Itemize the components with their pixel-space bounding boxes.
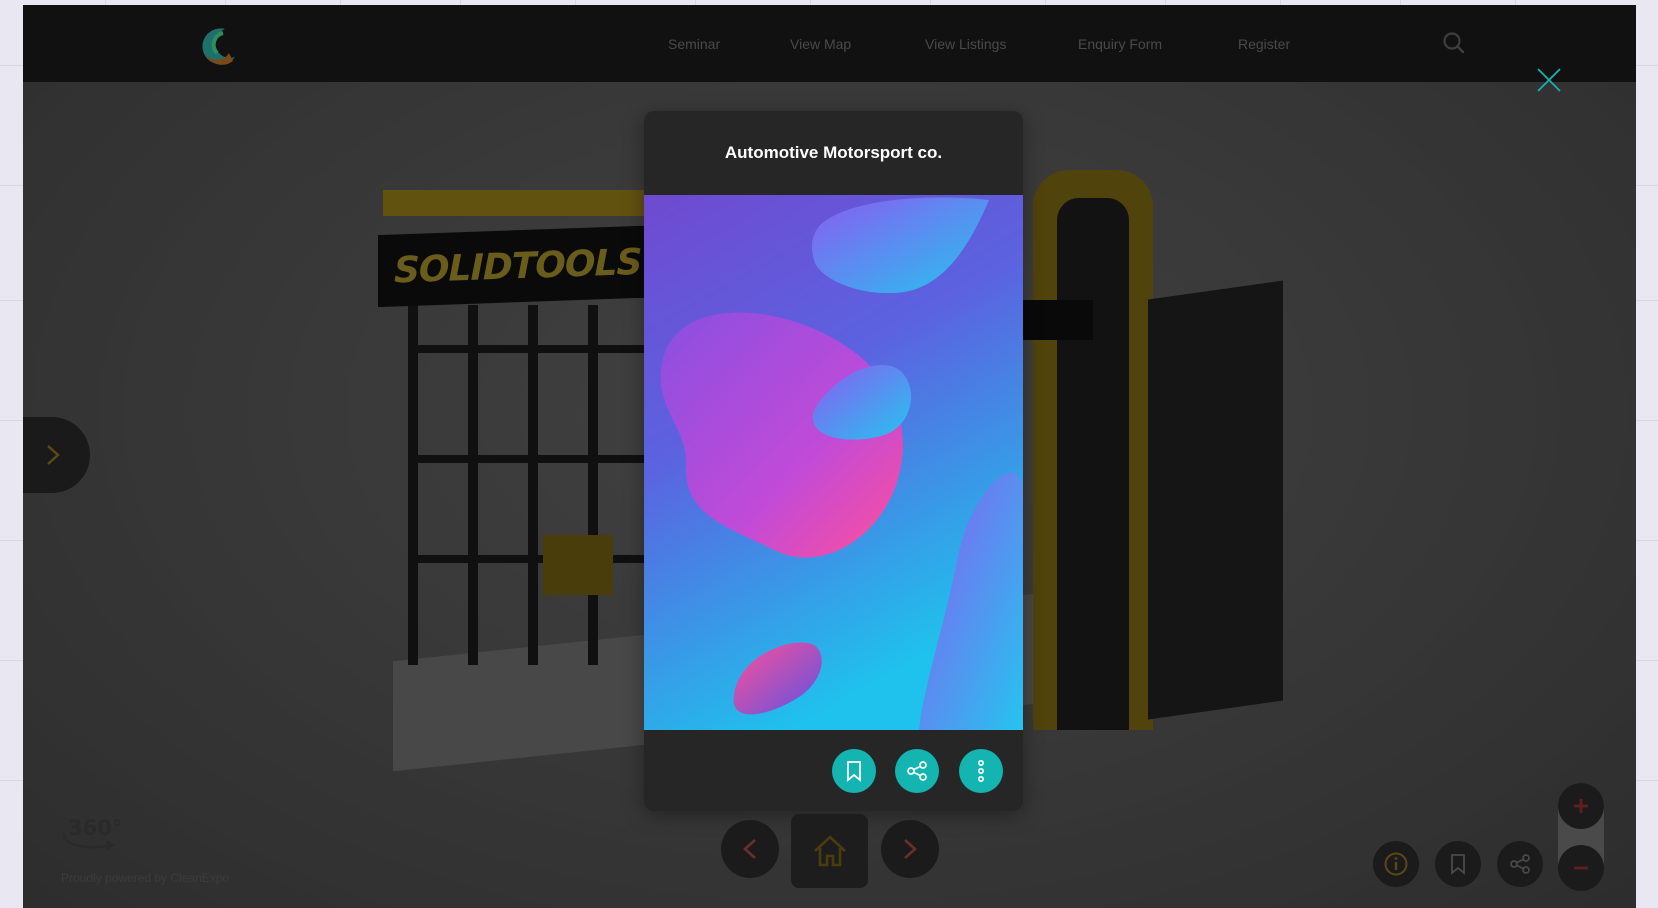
expo-viewer: SOLIDTOOLS Seminar View Map View Listing… <box>23 5 1636 908</box>
exhibitor-image <box>644 195 1023 730</box>
nav-item-seminar[interactable]: Seminar <box>668 36 748 52</box>
more-options-button[interactable] <box>959 749 1003 793</box>
svg-text:360°: 360° <box>68 816 122 840</box>
nav-item-view-map[interactable]: View Map <box>790 36 880 52</box>
share-icon <box>907 761 927 781</box>
nav-item-view-listings[interactable]: View Listings <box>925 36 1035 52</box>
exhibitor-modal: Automotive Motorsport co. <box>644 111 1023 811</box>
home-button[interactable] <box>791 814 868 888</box>
share-icon <box>1510 854 1530 874</box>
modal-action-bar <box>644 730 1023 811</box>
previous-booth-button[interactable] <box>721 820 779 878</box>
plus-icon <box>1574 799 1588 813</box>
zoom-in-button[interactable] <box>1558 783 1604 829</box>
minus-icon <box>1574 866 1588 870</box>
bookmark-button[interactable] <box>832 749 876 793</box>
bookmark-icon <box>847 761 861 782</box>
chevron-right-icon <box>47 445 60 465</box>
rotate-360-icon: 360° <box>62 816 122 850</box>
share-booth-button[interactable] <box>1497 841 1543 887</box>
chevron-right-icon <box>904 839 917 859</box>
powered-by-text: Proudly powered by CleanExpo <box>61 871 230 885</box>
zoom-out-button[interactable] <box>1558 845 1604 891</box>
more-vertical-icon <box>977 759 985 782</box>
info-button[interactable] <box>1373 841 1419 887</box>
share-button[interactable] <box>895 749 939 793</box>
saved-booths-button[interactable] <box>1435 841 1481 887</box>
crescent-logo-icon[interactable] <box>195 23 241 69</box>
view-360-badge[interactable]: 360° <box>58 805 128 855</box>
next-booth-button[interactable] <box>881 820 939 878</box>
chevron-left-icon <box>743 839 756 859</box>
bookmark-icon <box>1451 854 1465 875</box>
abstract-blob-artwork <box>644 195 1023 730</box>
nav-item-register[interactable]: Register <box>1238 36 1318 52</box>
modal-title: Automotive Motorsport co. <box>724 143 943 162</box>
nav-item-enquiry-form[interactable]: Enquiry Form <box>1078 36 1188 52</box>
search-icon[interactable] <box>1441 30 1467 56</box>
top-navigation-bar: Seminar View Map View Listings Enquiry F… <box>23 5 1636 82</box>
close-icon[interactable] <box>1535 66 1563 94</box>
info-icon <box>1384 852 1408 876</box>
home-icon <box>813 835 846 867</box>
